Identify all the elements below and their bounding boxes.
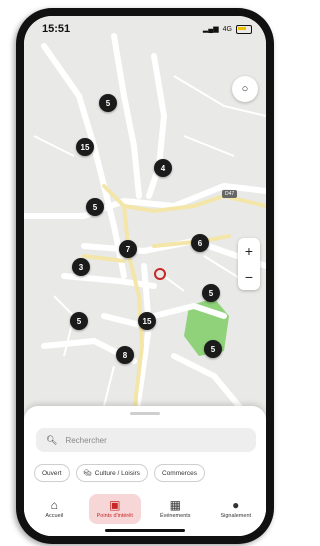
phone-frame: D47 5 15 5 4 7 3 6 5 5 15 8 5 15:51 ▂▄▆ … <box>16 8 274 544</box>
search-input[interactable]: 🔍︎ Rechercher <box>36 428 256 452</box>
bottom-sheet: 🔍︎ Rechercher Ouvert 🎭︎ Culture / Loisir… <box>24 406 266 536</box>
map-cluster[interactable]: 15 <box>76 138 94 156</box>
signal-icon: ▂▄▆ <box>202 26 219 33</box>
map-cluster[interactable]: 5 <box>99 94 117 112</box>
home-indicator <box>105 529 185 532</box>
map-cluster[interactable]: 15 <box>138 312 156 330</box>
chip-culture-loisirs[interactable]: 🎭︎ Culture / Loisirs <box>75 464 148 482</box>
sheet-handle[interactable] <box>130 412 160 415</box>
map-cluster[interactable]: 7 <box>119 240 137 258</box>
map-cluster[interactable]: 5 <box>70 312 88 330</box>
chip-open[interactable]: Ouvert <box>34 464 70 482</box>
calendar-icon: ▦ <box>169 498 181 512</box>
map-cluster[interactable]: 8 <box>116 346 134 364</box>
bottom-tab-bar: ⌂ Accueil ▣ Points d'intérêt ▦ Événement… <box>24 494 266 528</box>
filter-chips: Ouvert 🎭︎ Culture / Loisirs Commerces <box>34 464 205 482</box>
map-cluster[interactable]: 5 <box>86 198 104 216</box>
status-bar: 15:51 ▂▄▆ 4G <box>24 16 266 42</box>
tab-points-interet[interactable]: ▣ Points d'intérêt <box>88 494 141 524</box>
screen: D47 5 15 5 4 7 3 6 5 5 15 8 5 15:51 ▂▄▆ … <box>24 16 266 536</box>
home-icon: ⌂ <box>50 498 58 512</box>
search-icon: 🔍︎ <box>46 434 58 445</box>
network-label: 4G <box>222 25 232 33</box>
search-placeholder: Rechercher <box>65 435 107 445</box>
tab-signalement[interactable]: ● Signalement <box>210 494 262 524</box>
alert-bubble-icon: ● <box>232 498 240 512</box>
zoom-out-button[interactable]: − <box>245 269 253 285</box>
battery-icon <box>236 24 252 34</box>
tab-accueil[interactable]: ⌂ Accueil <box>28 494 80 524</box>
map-cluster[interactable]: 3 <box>72 258 90 276</box>
tab-evenements[interactable]: ▦ Événements <box>149 494 201 524</box>
status-indicators: ▂▄▆ 4G <box>202 24 252 34</box>
location-ring-icon: ○ <box>241 83 249 95</box>
chip-commerces[interactable]: Commerces <box>153 464 205 482</box>
zoom-in-button[interactable]: + <box>245 243 253 259</box>
locate-button[interactable]: ○ <box>232 76 258 102</box>
theater-icon: 🎭︎ <box>83 470 92 477</box>
map-cluster[interactable]: 5 <box>202 284 220 302</box>
map-cluster[interactable]: 6 <box>191 234 209 252</box>
map-cluster[interactable]: 4 <box>154 159 172 177</box>
status-time: 15:51 <box>42 23 71 35</box>
map-cluster[interactable]: 5 <box>204 340 222 358</box>
poi-icon: ▣ <box>109 498 121 512</box>
zoom-control: + − <box>238 238 260 290</box>
road-label-badge: D47 <box>222 190 238 198</box>
